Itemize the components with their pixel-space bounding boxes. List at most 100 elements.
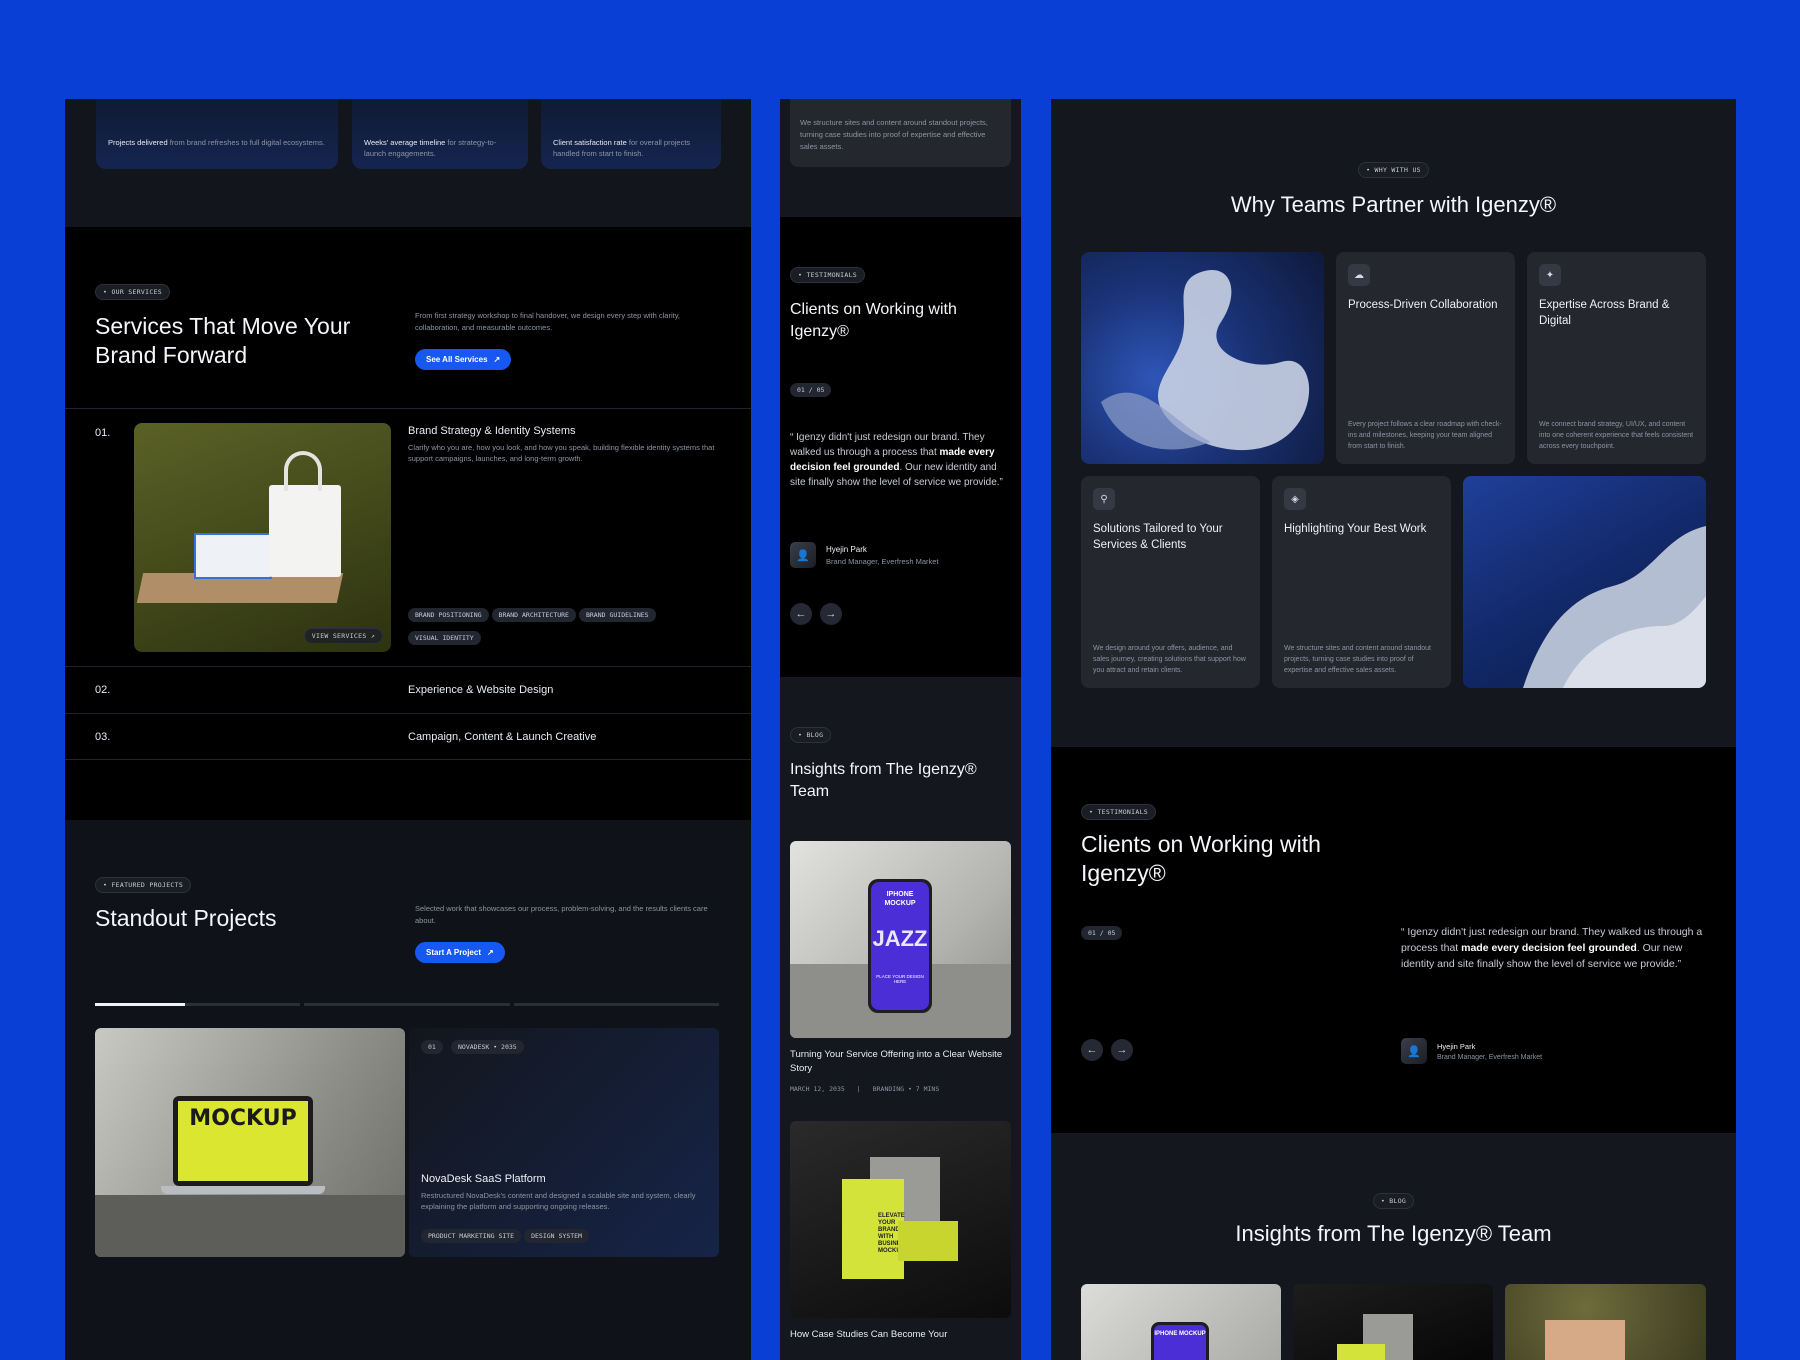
author-name: Hyejin Park — [826, 544, 867, 554]
section-tag: FEATURED PROJECTS — [95, 877, 192, 893]
testimonials-section: TESTIMONIALS Clients on Working with Ige… — [780, 217, 1021, 677]
avatar: 👤 — [1401, 1038, 1427, 1064]
project-card[interactable]: 01 NOVADESK • 2035 NovaDesk SaaS Platfor… — [409, 1028, 719, 1257]
see-all-services-button[interactable]: See All Services ↗ — [415, 349, 512, 370]
projects-section: FEATURED PROJECTS Standout Projects Sele… — [65, 820, 751, 1360]
next-button[interactable]: → — [1111, 1039, 1133, 1061]
fabric-shape — [1523, 526, 1706, 688]
project-chips: PRODUCT MARKETING SITE DESIGN SYSTEM — [421, 1225, 592, 1248]
section-tag: OUR SERVICES — [95, 284, 170, 300]
project-index: 01 — [421, 1040, 443, 1054]
laptop-screen: MOCKUP — [173, 1096, 313, 1186]
phone-caption: PLACE YOUR DESIGN HERE — [876, 974, 924, 984]
arrow-up-right-icon: ↗ — [486, 948, 494, 957]
why-us-panel: WHY WITH US Why Teams Partner with Igenz… — [1051, 99, 1736, 1360]
avatar: 👤 — [790, 542, 816, 568]
section-title: Clients on Working with Igenzy® — [790, 301, 957, 340]
wood-block — [1545, 1320, 1625, 1360]
service-number: 03. — [95, 731, 111, 743]
stat-card: Weeks' average timeline for strategy-to-… — [352, 99, 528, 169]
feature-title: Expertise Across Brand & Digital — [1539, 299, 1670, 327]
stats-section: Projects delivered from brand refreshes … — [65, 99, 751, 227]
post-date: MARCH 12, 2035 — [790, 1085, 845, 1093]
phone-graphic: JAZZ — [872, 926, 928, 951]
chip: BRAND ARCHITECTURE — [491, 608, 576, 622]
top-section: We structure sites and content around st… — [780, 99, 1021, 217]
stat-card: Projects delivered from brand refreshes … — [96, 99, 338, 169]
section-tag: BLOG — [1372, 1193, 1415, 1209]
envelope — [898, 1221, 958, 1261]
feature-card: ⚲ Solutions Tailored to Your Services & … — [1081, 476, 1260, 688]
feature-title: Solutions Tailored to Your Services & Cl… — [1093, 523, 1223, 551]
why-section: WHY WITH US Why Teams Partner with Igenz… — [1051, 99, 1736, 747]
info-card: We structure sites and content around st… — [790, 99, 1011, 167]
phone-mockup: IPHONE MOCKUP JAZZ PLACE YOUR DESIGN HER… — [868, 879, 932, 1013]
service-item[interactable]: 03. Campaign, Content & Launch Creative — [65, 713, 751, 760]
tote-handle — [284, 451, 322, 491]
project-meta: NOVADESK • 2035 — [451, 1040, 524, 1054]
feature-title: Process-Driven Collaboration — [1348, 299, 1498, 311]
chip: BRAND GUIDELINES — [578, 608, 656, 622]
section-title: Insights from The Igenzy® Team — [1235, 1221, 1552, 1246]
testimonial-author: 👤 Hyejin Park Brand Manager, Everfresh Ma… — [790, 542, 939, 568]
service-description: Clarify who you are, how you look, and h… — [408, 443, 715, 463]
arrow-up-right-icon: ↗ — [370, 632, 375, 640]
prev-button[interactable]: ← — [1081, 1039, 1103, 1061]
service-item[interactable]: 01. VIEW SERVICES ↗ Brand Strategy & Ide… — [65, 408, 751, 666]
green-card: ELEVATE YOUR BRAND WITH BUSINESS MOCKUPS — [842, 1179, 909, 1279]
next-button[interactable]: → — [820, 603, 842, 625]
section-title: Insights from The Igenzy® Team — [790, 761, 977, 800]
section-description: Selected work that showcases our process… — [415, 904, 708, 925]
start-project-button[interactable]: Start A Project ↗ — [415, 942, 505, 963]
blog-post-image[interactable]: IPHONE MOCKUP — [1081, 1284, 1281, 1360]
button-label: See All Services — [426, 355, 488, 364]
project-image[interactable]: MOCKUP — [95, 1028, 405, 1257]
sparkle-icon: ✦ — [1539, 264, 1561, 286]
service-title: Experience & Website Design — [408, 684, 554, 696]
phone-mockup: IPHONE MOCKUP — [1151, 1322, 1209, 1360]
blog-section: BLOG Insights from The Igenzy® Team IPHO… — [1051, 1133, 1736, 1360]
info-description: We structure sites and content around st… — [800, 118, 988, 151]
progress-segment — [95, 1003, 301, 1006]
person-icon: 👤 — [1407, 1045, 1421, 1058]
desk-surface — [95, 1195, 405, 1257]
arrow-right-icon: → — [825, 608, 837, 620]
green-card — [1337, 1344, 1385, 1360]
prev-button[interactable]: ← — [790, 603, 812, 625]
feature-description: We structure sites and content around st… — [1284, 645, 1431, 674]
blog-post-image[interactable] — [1293, 1284, 1493, 1360]
arrow-left-icon: ← — [795, 608, 807, 620]
arrow-right-icon: → — [1116, 1044, 1128, 1056]
feature-card: ◈ Highlighting Your Best Work We structu… — [1272, 476, 1451, 688]
section-header: BLOG Insights from The Igenzy® Team — [1051, 1190, 1736, 1247]
service-number: 02. — [95, 684, 111, 696]
testimonial-counter: 01 / 05 — [1081, 926, 1123, 940]
progress-segment — [304, 1003, 510, 1006]
service-number: 01. — [95, 427, 111, 439]
author-role: Brand Manager, Everfresh Market — [826, 556, 939, 566]
layers-icon: ◈ — [1284, 488, 1306, 510]
blog-post-title[interactable]: Turning Your Service Offering into a Cle… — [790, 1048, 1005, 1076]
progress-fill — [95, 1003, 186, 1006]
blog-post-image[interactable] — [1505, 1284, 1706, 1360]
section-title: Standout Projects — [95, 905, 277, 931]
chip: VISUAL IDENTITY — [408, 631, 481, 645]
view-services-link[interactable]: VIEW SERVICES ↗ — [303, 628, 383, 644]
feature-card: ✦ Expertise Across Brand & Digital We co… — [1527, 252, 1706, 464]
author-name: Hyejin Park — [1437, 1041, 1476, 1051]
progress-segment — [513, 1003, 719, 1006]
arrow-up-right-icon: ↗ — [493, 355, 501, 364]
link-label: VIEW SERVICES — [311, 632, 367, 640]
feature-description: We connect brand strategy, UI/UX, and co… — [1539, 421, 1694, 450]
carousel-progress — [95, 1003, 719, 1006]
blog-post-image[interactable]: ELEVATE YOUR BRAND WITH BUSINESS MOCKUPS — [790, 1121, 1011, 1318]
section-tag: TESTIMONIALS — [1081, 804, 1156, 820]
testimonials-blog-panel: We structure sites and content around st… — [780, 99, 1021, 1360]
blog-post-image[interactable]: IPHONE MOCKUP JAZZ PLACE YOUR DESIGN HER… — [790, 841, 1011, 1038]
section-tag: TESTIMONIALS — [790, 267, 865, 283]
cloud-icon: ☁ — [1348, 264, 1370, 286]
blog-post-title[interactable]: How Case Studies Can Become Your — [790, 1328, 1005, 1342]
service-item[interactable]: 02. Experience & Website Design — [65, 666, 751, 713]
testimonials-section: TESTIMONIALS Clients on Working with Ige… — [1051, 747, 1736, 1133]
testimonial-quote: “ Igenzy didn't just redesign our brand.… — [790, 430, 1010, 490]
